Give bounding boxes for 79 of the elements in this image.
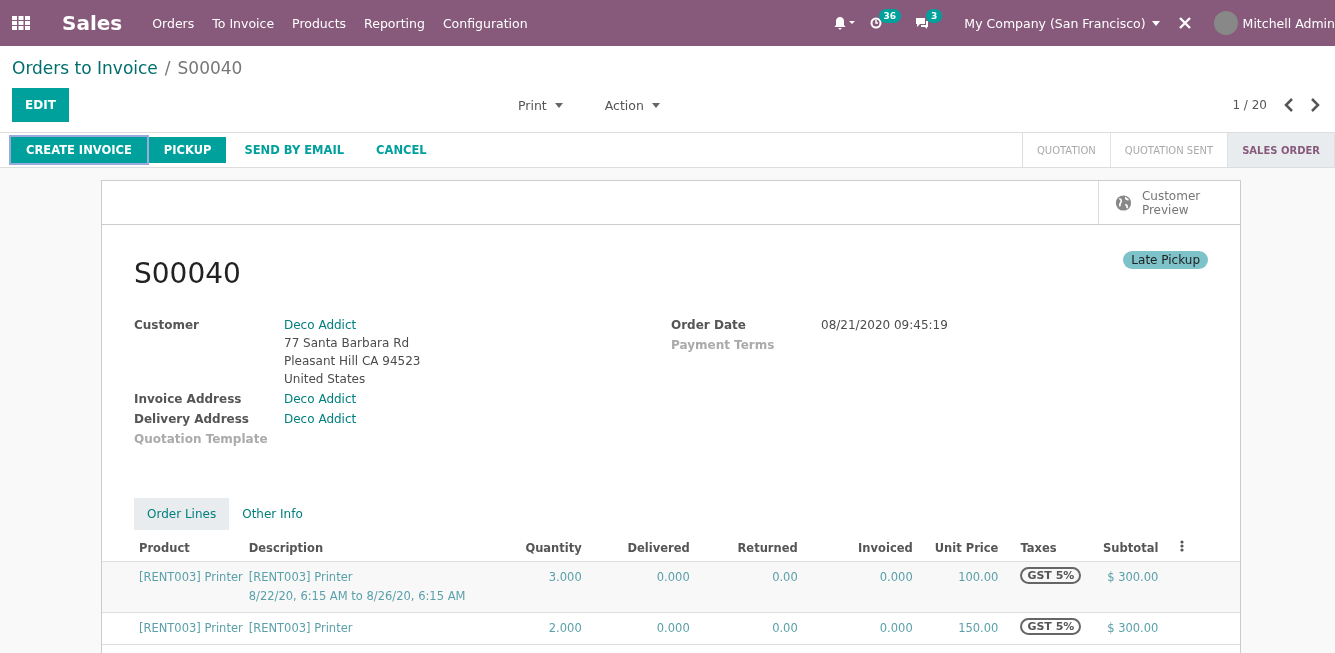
menu-item[interactable]: Reporting [364,15,425,31]
field-label: Payment Terms [671,338,776,352]
edit-button[interactable]: EDIT [12,88,69,122]
table-cell-text: 2.000 [547,620,582,637]
column-header[interactable]: Returned [737,540,798,555]
column-header[interactable]: Subtotal [1103,540,1159,555]
globe-icon [1115,192,1132,213]
statusbar-button[interactable]: PICKUP [148,137,227,163]
field-label: Quotation Template [134,432,269,446]
menu-item[interactable]: Orders [152,15,195,31]
column-header[interactable]: Description [248,540,324,555]
menu-item[interactable]: Configuration [442,15,528,31]
statusbar-button[interactable]: SEND BY EMAIL [228,137,361,163]
status-tag: Late Pickup [1123,251,1208,269]
column-header[interactable]: Invoiced [858,540,913,555]
column-header[interactable]: Delivered [627,540,690,555]
table-cell-text: 0.000 [878,569,913,586]
notebook-tab[interactable]: Other Info [229,498,316,530]
previous-icon[interactable] [1283,98,1295,112]
avatar-placeholder [1213,11,1238,35]
field-link[interactable]: Deco Addict [284,392,357,406]
clock-icon[interactable] [869,17,882,29]
next-icon[interactable] [1309,98,1321,112]
address-line: 77 Santa Barbara Rd [284,336,411,350]
table-cell-text: 0.000 [878,620,913,637]
field-link[interactable]: Deco Addict [284,412,357,426]
dropdown-button[interactable]: Action [598,96,666,114]
menu-item[interactable]: To Invoice [212,15,275,31]
app-name[interactable]: Sales [62,11,123,35]
address-line: Pleasant Hill CA 94523 [284,354,421,368]
table-cell-text: 150.00 [957,620,999,637]
menu-item[interactable]: Products [292,15,347,31]
activity-count-badge: 36 [878,9,902,23]
apps-grid-icon[interactable] [12,16,30,30]
field-label: Invoice Address [134,392,243,406]
tax-tag: GST 5% [1020,567,1082,584]
table-cell-text: 8/22/20, 6:15 AM to 8/26/20, 6:15 AM [248,588,467,605]
table-cell-text: $ 300.00 [1106,569,1159,586]
field-label: Delivery Address [134,412,250,426]
company-switcher[interactable]: My Company (San Francisco) [964,15,1146,31]
chat-icon[interactable] [915,17,930,29]
column-header[interactable]: Taxes [1020,540,1057,555]
field-link[interactable]: Deco Addict [284,318,421,332]
statusbar-button[interactable]: CREATE INVOICE [11,137,147,163]
table-cell-text: 0.000 [655,569,690,586]
field-label: Customer [134,318,201,334]
breadcrumb-separator: / [164,58,171,78]
caret-icon [1151,20,1160,26]
field-value: 08/21/2020 09:45:19 [821,318,948,332]
pager-counter: 1 / 20 [1232,98,1267,112]
table-cell-text: [RENT003] Printer [248,620,354,637]
column-header[interactable]: Unit Price [934,540,999,555]
statusbar-button[interactable]: CANCEL [360,137,443,163]
caret-icon [554,102,563,108]
kebab-menu-icon[interactable] [1180,540,1185,552]
status-stage[interactable]: SALES ORDER [1228,133,1335,167]
table-cell-text: [RENT003] Printer [139,620,243,637]
breadcrumb-link[interactable]: Orders to Invoice [12,58,158,78]
message-count-badge: 3 [926,9,943,23]
column-header[interactable]: Product [139,540,190,555]
notebook-tab[interactable]: Order Lines [134,498,230,530]
table-cell-text: 0.000 [655,620,690,637]
table-cell-text: 0.00 [771,620,798,637]
table-cell-text: 100.00 [957,569,999,586]
caret-icon [651,102,660,108]
breadcrumb-current: S00040 [177,58,243,78]
table-cell-text: [RENT003] Printer [248,569,354,586]
tax-tag: GST 5% [1020,618,1082,635]
record-title: S00040 [134,257,241,290]
column-header[interactable]: Quantity [525,540,582,555]
table-cell-text: 0.00 [771,569,798,586]
table-cell-text: 3.000 [547,569,582,586]
dropdown-button[interactable]: Print [512,96,569,114]
user-menu[interactable]: Mitchell Admin [1242,15,1335,31]
address-line: United States [284,372,367,386]
table-cell-text: [RENT003] Printer [139,569,243,586]
table-cell-text: $ 300.00 [1106,620,1159,637]
field-label: Order Date [671,318,747,332]
bell-icon[interactable] [833,16,856,30]
